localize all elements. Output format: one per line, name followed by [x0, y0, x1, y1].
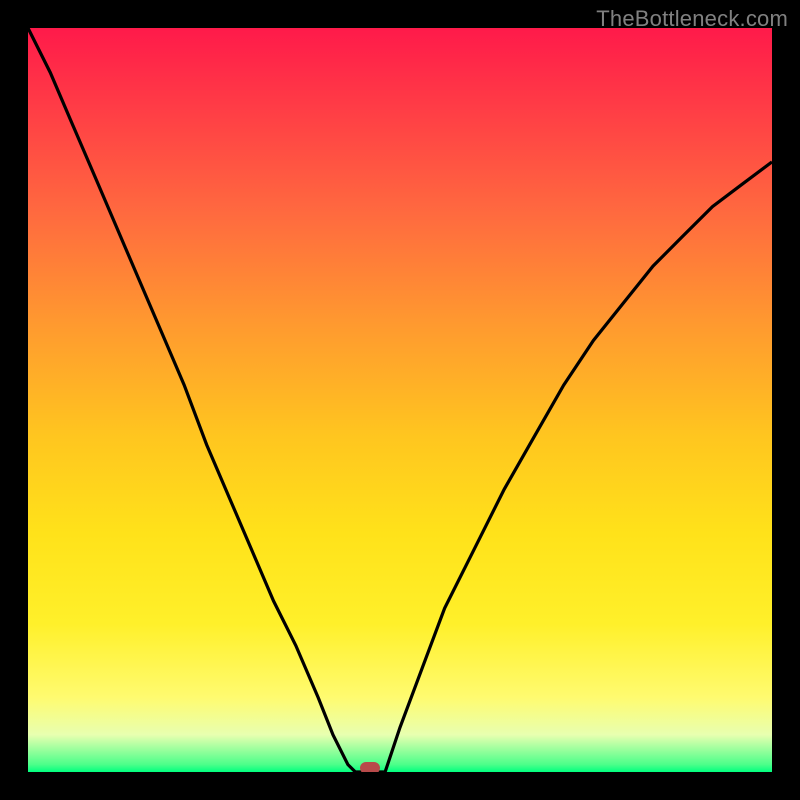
chart-frame: TheBottleneck.com: [0, 0, 800, 800]
plot-area: [28, 28, 772, 772]
curve-layer: [28, 28, 772, 772]
bottleneck-curve: [28, 28, 772, 772]
watermark-text: TheBottleneck.com: [596, 6, 788, 32]
optimum-marker: [360, 762, 380, 772]
